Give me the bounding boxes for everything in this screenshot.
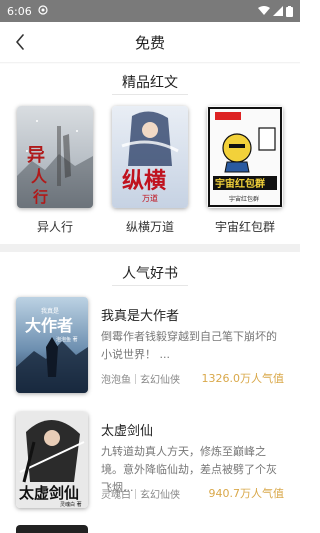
book-meta: 泡泡鱼 玄幻仙侠: [101, 371, 180, 386]
svg-text:万道: 万道: [142, 193, 158, 203]
section-separator: [0, 244, 300, 252]
section-title-popular: 人气好书: [122, 266, 178, 282]
book-cover[interactable]: [16, 525, 88, 533]
meta-divider: [135, 488, 136, 499]
svg-text:灵魂白 著: 灵魂白 著: [60, 501, 82, 508]
battery-icon: [286, 5, 293, 17]
wifi-icon: [258, 6, 270, 16]
book-cover[interactable]: 我真是 大作者 泡泡鱼 著: [16, 297, 88, 393]
meta-divider: [135, 373, 136, 384]
svg-text:我真是: 我真是: [41, 307, 59, 315]
book-author: 泡泡鱼: [101, 375, 131, 386]
signal-icon: [273, 6, 283, 16]
header-divider: [0, 62, 300, 64]
book-title: 太虚剑仙: [101, 424, 154, 439]
svg-text:宇宙红包群: 宇宙红包群: [229, 195, 259, 203]
cover-title-text: 异: [27, 145, 45, 166]
svg-text:大作者: 大作者: [25, 316, 73, 335]
list-item[interactable]: 太虚剑仙 灵魂白 著 太虚剑仙 九转道劫真人方天，修炼至巅峰之境。意外降临仙劫，…: [0, 412, 300, 512]
red-book-item[interactable]: 宇宙红包群 宇宙红包群 宇宙红包群: [205, 106, 285, 235]
red-book-row: 异 人 行 异人行 纵横 万道 纵横万道 宇宙红包群 宇宙红包群 宇宙红包群: [0, 106, 300, 235]
book-name: 宇宙红包群: [214, 220, 275, 234]
section-underline-red: [112, 94, 188, 95]
book-title: 我真是大作者: [101, 309, 180, 324]
section-underline-popular: [112, 285, 188, 286]
book-name: 纵横万道: [125, 220, 174, 234]
red-book-item[interactable]: 异 人 行 异人行: [15, 106, 95, 235]
svg-text:纵横: 纵横: [122, 168, 166, 194]
book-author: 灵魂白: [101, 490, 131, 501]
list-item[interactable]: 我真是 大作者 泡泡鱼 著 我真是大作者 倒霉作者钱毅穿越到自己笔下崩坏的小说世…: [0, 297, 300, 397]
chevron-left-icon: [16, 34, 24, 50]
book-description: 倒霉作者钱毅穿越到自己笔下崩坏的小说世界！ ...: [101, 330, 277, 361]
book-genre: 玄幻仙侠: [140, 490, 180, 501]
svg-text:泡泡鱼 著: 泡泡鱼 著: [56, 336, 78, 343]
status-time: 6:06: [7, 4, 32, 18]
book-cover[interactable]: 异 人 行: [17, 106, 93, 208]
notification-icon: [38, 4, 48, 18]
svg-text:宇宙红包群: 宇宙红包群: [215, 177, 265, 190]
book-cover[interactable]: 纵横 万道: [112, 106, 188, 208]
book-meta: 灵魂白 玄幻仙侠: [101, 486, 180, 501]
status-right: [258, 5, 293, 17]
book-genre: 玄幻仙侠: [140, 375, 180, 386]
popularity-count: 1326.0万人气值: [201, 372, 285, 385]
popularity-count: 940.7万人气值: [208, 487, 285, 500]
status-left: 6:06: [7, 5, 48, 18]
svg-text:人: 人: [31, 167, 48, 186]
book-name: 异人行: [36, 220, 73, 234]
svg-text:行: 行: [32, 188, 48, 206]
section-title-red: 精品红文: [122, 75, 178, 91]
book-cover[interactable]: 宇宙红包群 宇宙红包群: [207, 106, 283, 208]
back-button[interactable]: [8, 30, 32, 54]
svg-text:太虚剑仙: 太虚剑仙: [19, 484, 79, 502]
book-cover[interactable]: 太虚剑仙 灵魂白 著: [16, 412, 88, 508]
red-book-item[interactable]: 纵横 万道 纵横万道: [110, 106, 190, 235]
top-header: 免费: [0, 22, 300, 62]
status-bar: 6:06: [0, 0, 300, 22]
page-title: 免费: [134, 33, 165, 52]
